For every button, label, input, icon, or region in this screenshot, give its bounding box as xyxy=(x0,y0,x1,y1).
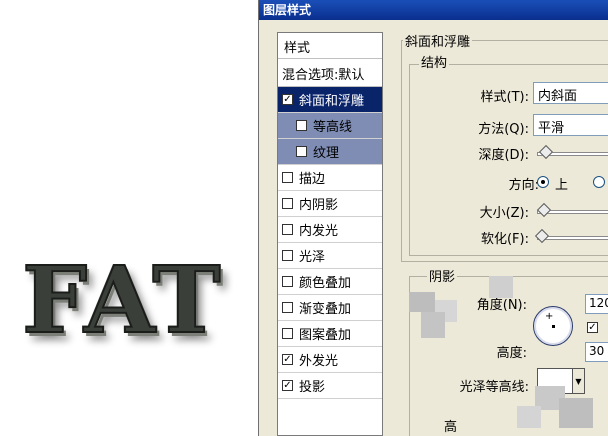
depth-label: 深度(D): xyxy=(478,148,529,163)
style-item-checkbox[interactable] xyxy=(282,328,293,339)
style-item[interactable]: ✓ 外发光 xyxy=(278,347,382,373)
style-item-label: 图案叠加 xyxy=(299,328,352,343)
mosaic-patch xyxy=(489,276,513,298)
dial-center xyxy=(552,325,555,328)
style-item[interactable]: 等高线 xyxy=(278,113,382,139)
highlight-mode-label: 高 xyxy=(443,420,457,435)
style-item-checkbox[interactable]: ✓ xyxy=(282,354,293,365)
style-item-label: 外发光 xyxy=(299,354,339,369)
style-item-label: 等高线 xyxy=(313,120,353,135)
style-item-label: 内阴影 xyxy=(299,198,339,213)
style-select[interactable]: 内斜面 xyxy=(533,82,608,104)
dialog-titlebar[interactable]: 图层样式 xyxy=(259,0,608,20)
style-item[interactable]: 渐变叠加 xyxy=(278,295,382,321)
style-item[interactable]: 纹理 xyxy=(278,139,382,165)
style-item-checkbox[interactable]: ✓ xyxy=(282,94,293,105)
style-item-checkbox[interactable] xyxy=(282,198,293,209)
style-item-checkbox[interactable]: ✓ xyxy=(282,380,293,391)
style-label: 样式(T): xyxy=(480,90,529,105)
structure-title: 结构 xyxy=(419,52,450,71)
document-canvas: FAT xyxy=(0,0,262,436)
blend-options-item[interactable]: 混合选项:默认 xyxy=(278,59,382,87)
shading-title: 阴影 xyxy=(427,266,458,285)
dialog-title: 图层样式 xyxy=(263,3,312,17)
style-item[interactable]: ✓ 投影 xyxy=(278,373,382,399)
technique-label: 方法(Q): xyxy=(478,122,529,137)
style-item-checkbox[interactable] xyxy=(282,172,293,183)
style-item[interactable]: 颜色叠加 xyxy=(278,269,382,295)
global-light-checkbox[interactable]: ✓ xyxy=(587,322,598,333)
style-item-label: 投影 xyxy=(299,380,326,395)
mosaic-patch xyxy=(559,398,593,428)
style-items: ✓ 斜面和浮雕等高线纹理描边内阴影内发光光泽颜色叠加渐变叠加图案叠加 ✓ 外发光 ✓ 投影 xyxy=(278,87,382,399)
direction-down-radio[interactable] xyxy=(593,176,605,188)
bevel-emboss-panel: 斜面和浮雕 结构 样式(T): 内斜面 方法(Q): 平滑 深度(D): 方向:… xyxy=(389,20,608,436)
style-item-label: 描边 xyxy=(299,172,326,187)
technique-select[interactable]: 平滑 xyxy=(533,114,608,136)
style-item[interactable]: 描边 xyxy=(278,165,382,191)
style-item[interactable]: ✓ 斜面和浮雕 xyxy=(278,87,382,113)
style-item-checkbox[interactable] xyxy=(282,302,293,313)
soften-label: 软化(F): xyxy=(480,232,529,247)
mosaic-patch xyxy=(421,312,445,338)
style-list-header[interactable]: 样式 xyxy=(278,33,382,59)
altitude-input[interactable]: 30 xyxy=(585,342,608,362)
style-item-checkbox[interactable] xyxy=(296,146,307,157)
style-item[interactable]: 光泽 xyxy=(278,243,382,269)
style-item-checkbox[interactable] xyxy=(282,224,293,235)
style-item-label: 内发光 xyxy=(299,224,339,239)
style-item-label: 光泽 xyxy=(299,250,326,265)
style-item[interactable]: 内发光 xyxy=(278,217,382,243)
direction-up-radio[interactable] xyxy=(537,176,549,188)
style-list: 样式 混合选项:默认 ✓ 斜面和浮雕等高线纹理描边内阴影内发光光泽颜色叠加渐变叠加… xyxy=(277,32,383,436)
style-item-label: 颜色叠加 xyxy=(299,276,352,291)
layer-style-dialog: 图层样式 样式 混合选项:默认 ✓ 斜面和浮雕等高线纹理描边内阴影内发光光泽颜色叠… xyxy=(258,0,608,436)
angle-input[interactable]: 120 xyxy=(585,294,608,314)
style-item-checkbox[interactable] xyxy=(282,250,293,261)
direction-up-label: 上 xyxy=(555,178,569,193)
style-item-label: 纹理 xyxy=(313,146,340,161)
style-item-label: 渐变叠加 xyxy=(299,302,352,317)
mosaic-patch xyxy=(517,406,541,428)
light-source-icon: + xyxy=(545,311,554,322)
style-item[interactable]: 图案叠加 xyxy=(278,321,382,347)
gloss-contour-label: 光泽等高线: xyxy=(459,380,529,395)
direction-label: 方向: xyxy=(508,178,539,193)
angle-dial[interactable]: + xyxy=(533,306,573,346)
style-item-label: 斜面和浮雕 xyxy=(299,94,365,109)
size-label: 大小(Z): xyxy=(479,206,529,221)
style-item-checkbox[interactable] xyxy=(296,120,307,131)
artwork-text: FAT xyxy=(21,245,223,355)
altitude-label: 高度: xyxy=(496,346,527,361)
chevron-down-icon[interactable]: ▼ xyxy=(573,368,585,394)
mosaic-patch xyxy=(409,292,435,312)
style-item-checkbox[interactable] xyxy=(282,276,293,287)
bevel-emboss-title: 斜面和浮雕 xyxy=(403,31,473,50)
style-item[interactable]: 内阴影 xyxy=(278,191,382,217)
